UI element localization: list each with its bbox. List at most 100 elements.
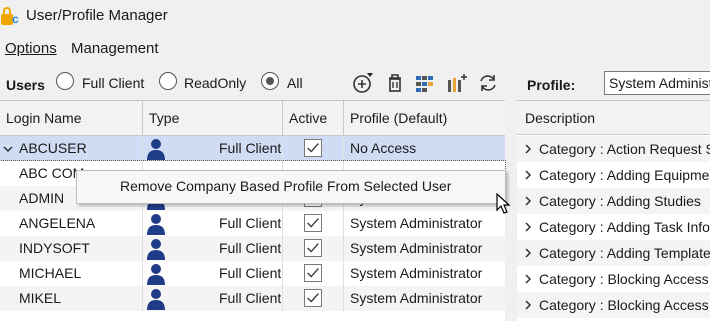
table-row[interactable]: ANGELENA Full Client System Administrator: [0, 211, 505, 236]
column-divider: [343, 261, 344, 286]
permission-category-label: Category : Adding Studies: [539, 193, 701, 209]
cell-profile: System Administrator: [350, 240, 483, 256]
context-menu: Remove Company Based Profile From Select…: [76, 170, 506, 204]
column-chooser-icon[interactable]: [446, 72, 468, 94]
expand-chevron-icon[interactable]: [523, 162, 533, 188]
add-dropdown-icon[interactable]: [352, 72, 374, 94]
column-divider: [282, 236, 283, 261]
column-divider: [142, 286, 143, 311]
permission-category-label: Category : Blocking Access T: [539, 297, 710, 313]
user-icon: [146, 263, 166, 285]
user-icon: [146, 138, 166, 160]
menu-options-label: Options: [5, 40, 57, 57]
active-checkbox[interactable]: [304, 139, 322, 157]
cell-profile: System Administrator: [350, 265, 483, 281]
app-lock-icon: c: [1, 7, 19, 26]
column-divider: [343, 211, 344, 236]
profile-label: Profile:: [527, 77, 576, 93]
expand-chevron-icon[interactable]: [523, 188, 533, 214]
radio-readonly-label[interactable]: ReadOnly: [184, 75, 246, 91]
column-divider: [282, 286, 283, 311]
menu-management[interactable]: Management: [71, 40, 159, 57]
column-divider: [142, 211, 143, 236]
user-icon: [146, 213, 166, 235]
users-grid-header: Login Name Type Active Profile (Default): [0, 101, 505, 136]
column-divider: [142, 236, 143, 261]
column-divider: [282, 261, 283, 286]
permission-category-label: Category : Adding Task Info: [539, 219, 710, 235]
column-divider: [282, 136, 283, 161]
column-header-active[interactable]: Active: [283, 101, 344, 135]
permission-category-label: Category : Action Request Sy: [539, 141, 710, 157]
radio-full-client-label[interactable]: Full Client: [82, 75, 144, 91]
cell-login: ABCUSER: [19, 140, 87, 156]
mouse-cursor-icon: [496, 193, 511, 214]
expand-chevron-icon[interactable]: [2, 136, 16, 161]
profile-toolbar: Profile: System Administ: [517, 68, 710, 98]
column-divider: [142, 136, 143, 161]
active-checkbox[interactable]: [304, 264, 322, 282]
window-title: User/Profile Manager: [26, 7, 168, 24]
cell-login: ANGELENA: [19, 215, 96, 231]
list-item[interactable]: Category : Blocking Access T: [517, 266, 710, 292]
cell-type: Full Client: [219, 265, 281, 281]
users-label: Users: [6, 77, 45, 93]
column-divider: [142, 261, 143, 286]
users-grid: Login Name Type Active Profile (Default)…: [0, 100, 506, 321]
table-row[interactable]: MICHAEL Full Client System Administrator: [0, 261, 505, 286]
list-item[interactable]: Category : Adding Studies: [517, 188, 710, 214]
column-divider: [343, 236, 344, 261]
svg-text:c: c: [12, 12, 19, 26]
list-item[interactable]: Category : Blocking Access T: [517, 292, 710, 318]
radio-readonly[interactable]: [159, 72, 177, 90]
list-item[interactable]: Category : Action Request Sy: [517, 136, 710, 162]
cell-type: Full Client: [219, 290, 281, 306]
radio-full-client[interactable]: [56, 72, 74, 90]
active-checkbox[interactable]: [304, 214, 322, 232]
radio-all[interactable]: [261, 72, 279, 90]
column-header-description[interactable]: Description: [517, 101, 710, 135]
cell-profile: System Administrator: [350, 290, 483, 306]
menu-options[interactable]: Options: [5, 40, 57, 57]
cell-type: Full Client: [219, 215, 281, 231]
grid-layout-icon[interactable]: [414, 72, 436, 94]
user-icon: [146, 288, 166, 310]
context-menu-item-remove-company-profile[interactable]: Remove Company Based Profile From Select…: [120, 178, 451, 194]
user-icon: [146, 238, 166, 260]
expand-chevron-icon[interactable]: [523, 292, 533, 318]
column-divider: [343, 286, 344, 311]
permission-category-label: Category : Adding Template: [539, 245, 710, 261]
expand-chevron-icon[interactable]: [523, 240, 533, 266]
profile-select[interactable]: System Administ: [604, 71, 710, 95]
cell-login: INDYSOFT: [19, 240, 90, 256]
active-checkbox[interactable]: [304, 289, 322, 307]
active-checkbox[interactable]: [304, 239, 322, 257]
title-bar: c User/Profile Manager: [0, 0, 710, 32]
cell-login: MIKEL: [19, 290, 62, 306]
cell-type: Full Client: [219, 240, 281, 256]
list-item[interactable]: Category : Adding Task Info: [517, 214, 710, 240]
table-row[interactable]: ABCUSER Full Client No Access: [0, 136, 505, 161]
profile-permissions-grid: Description Category : Action Request Sy…: [517, 100, 710, 321]
column-divider: [343, 136, 344, 161]
table-row[interactable]: INDYSOFT Full Client System Administrator: [0, 236, 505, 261]
permission-category-label: Category : Adding Equipmen: [539, 167, 710, 183]
radio-all-label[interactable]: All: [287, 75, 303, 91]
column-divider: [282, 211, 283, 236]
cell-profile: System Administrator: [350, 215, 483, 231]
list-item[interactable]: Category : Adding Equipmen: [517, 162, 710, 188]
expand-chevron-icon[interactable]: [523, 214, 533, 240]
expand-chevron-icon[interactable]: [523, 136, 533, 162]
users-toolbar: Users Full Client ReadOnly All: [0, 68, 505, 98]
table-row[interactable]: MIKEL Full Client System Administrator: [0, 286, 505, 311]
expand-chevron-icon[interactable]: [523, 266, 533, 292]
permission-category-label: Category : Blocking Access T: [539, 271, 710, 287]
cell-profile: No Access: [350, 140, 417, 156]
refresh-icon[interactable]: [477, 72, 499, 94]
column-header-profile[interactable]: Profile (Default): [344, 101, 505, 135]
column-header-type[interactable]: Type: [143, 101, 283, 135]
cell-login: MICHAEL: [19, 265, 82, 281]
delete-icon[interactable]: [384, 72, 406, 94]
list-item[interactable]: Category : Adding Template: [517, 240, 710, 266]
column-header-login[interactable]: Login Name: [0, 101, 143, 135]
